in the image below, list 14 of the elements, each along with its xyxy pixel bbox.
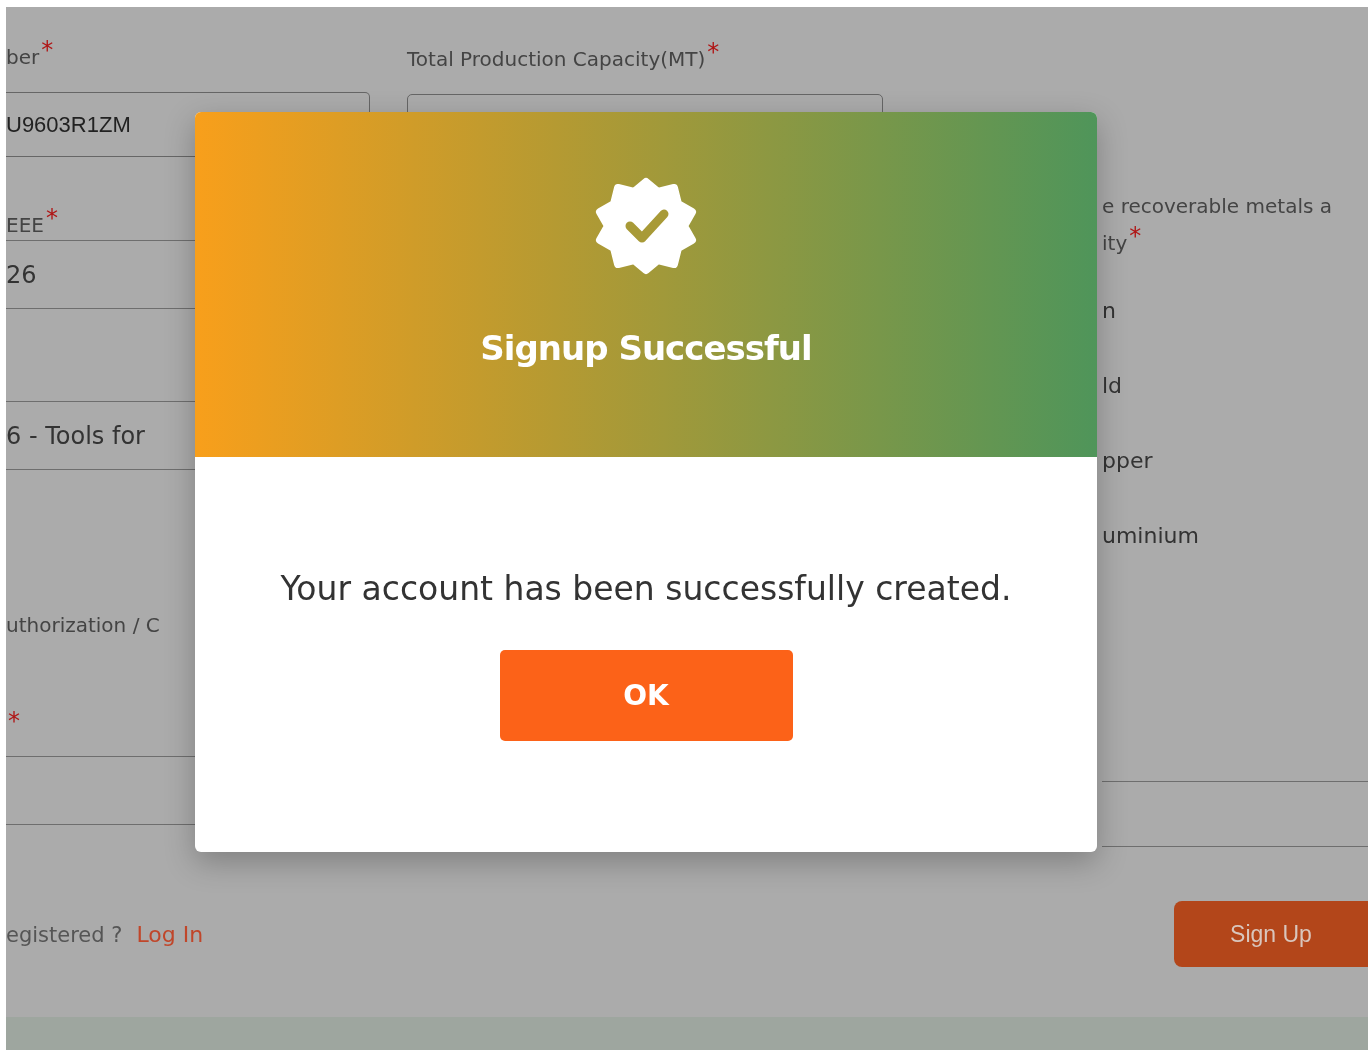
field-label: *	[7, 706, 21, 736]
field-label: e recoverable metals a	[1102, 193, 1333, 220]
verified-badge-icon	[594, 176, 698, 276]
dialog-message: Your account has been successfully created.	[280, 569, 1012, 608]
option-label: n	[1102, 297, 1117, 325]
option-label: pper	[1102, 447, 1154, 475]
dialog-title: Signup Successful	[480, 328, 812, 368]
option-label: uminium	[1102, 522, 1200, 550]
field-label: uthorization / C	[6, 612, 161, 639]
ok-button[interactable]: OK	[499, 650, 793, 741]
signup-button[interactable]: Sign Up	[1174, 901, 1368, 967]
login-prompt: egistered ?	[6, 922, 123, 947]
input-field[interactable]	[1102, 781, 1368, 847]
option-label: ld	[1102, 372, 1124, 400]
